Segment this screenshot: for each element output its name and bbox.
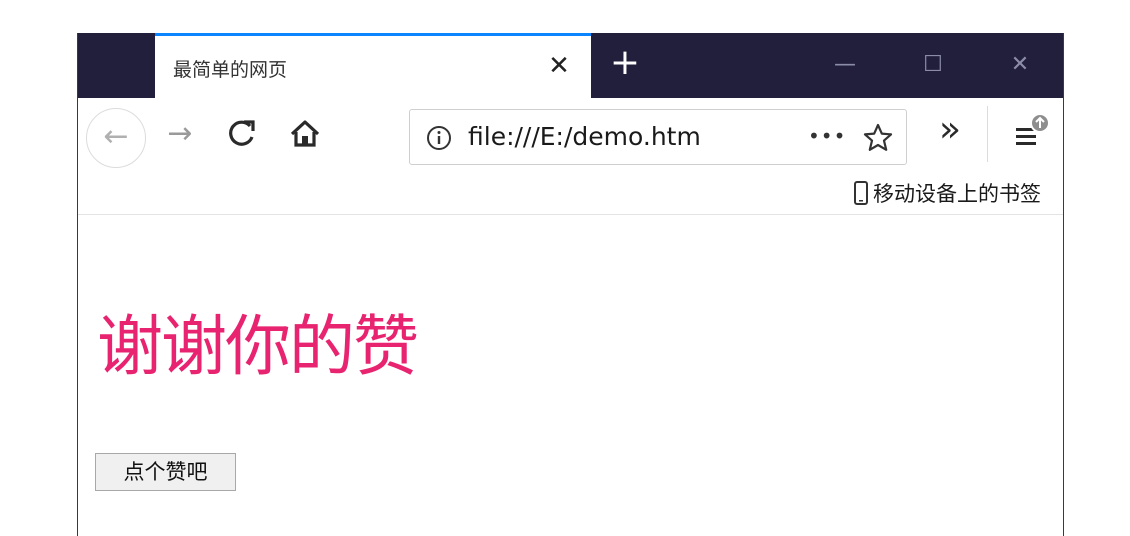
browser-window: 最简单的网页 ✕ + — ☐ ✕ ← → file:///E:/demo.htm… xyxy=(77,33,1064,536)
home-icon xyxy=(290,120,320,147)
forward-button[interactable]: → xyxy=(158,112,202,156)
maximize-button[interactable]: ☐ xyxy=(910,45,956,85)
reload-button[interactable] xyxy=(220,112,264,156)
mobile-device-icon xyxy=(854,181,868,205)
close-window-button[interactable]: ✕ xyxy=(997,45,1043,85)
url-bar[interactable]: file:///E:/demo.htm ••• xyxy=(409,109,907,165)
like-button[interactable]: 点个赞吧 xyxy=(95,453,236,491)
bookmark-star-icon[interactable] xyxy=(862,122,894,154)
title-bar: 最简单的网页 ✕ + — ☐ ✕ xyxy=(78,33,1063,98)
url-text[interactable]: file:///E:/demo.htm xyxy=(468,122,701,151)
menu-button[interactable] xyxy=(1008,108,1054,158)
menu-icon xyxy=(1016,113,1050,145)
toolbar-divider xyxy=(987,106,988,162)
bookmarks-toolbar: 移动设备上的书签 xyxy=(78,170,1063,215)
mobile-bookmarks-label: 移动设备上的书签 xyxy=(873,182,1041,206)
tab-title: 最简单的网页 xyxy=(173,59,288,81)
reload-icon xyxy=(229,120,255,146)
home-button[interactable] xyxy=(283,112,327,156)
info-icon[interactable] xyxy=(426,125,452,151)
page-actions-icon[interactable]: ••• xyxy=(808,124,846,148)
mobile-bookmarks-item[interactable]: 移动设备上的书签 xyxy=(853,178,1041,208)
back-button[interactable]: ← xyxy=(86,108,146,168)
page-heading: 谢谢你的赞 xyxy=(97,308,419,385)
page-content: 谢谢你的赞 点个赞吧 xyxy=(78,215,1063,536)
tab-close-icon[interactable]: ✕ xyxy=(545,51,573,81)
minimize-button[interactable]: — xyxy=(822,45,868,85)
new-tab-button[interactable]: + xyxy=(605,43,645,83)
tab-active[interactable]: 最简单的网页 ✕ xyxy=(155,33,591,98)
overflow-button[interactable]: » xyxy=(928,108,972,156)
navigation-toolbar: ← → file:///E:/demo.htm ••• » xyxy=(78,98,1063,170)
